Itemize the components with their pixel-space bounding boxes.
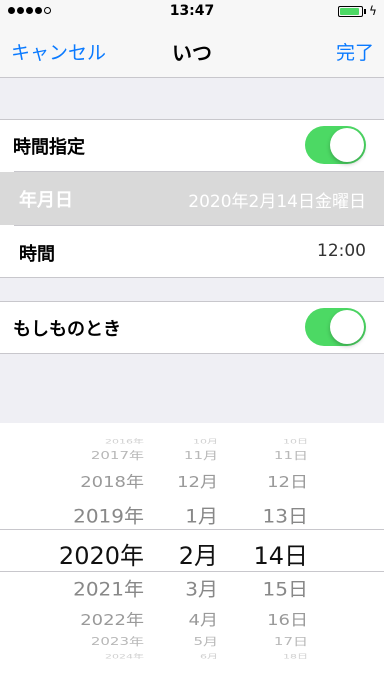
picker-day-option[interactable]: 14日 [253, 536, 308, 571]
navigation-bar: キャンセル いつ 完了 [0, 22, 384, 78]
date-label: 年月日 [19, 190, 73, 211]
emergency-row: もしものとき [0, 302, 384, 353]
picker-year-option[interactable]: 2021年 [73, 574, 144, 601]
cancel-button[interactable]: キャンセル [11, 38, 106, 65]
picker-month-option[interactable]: 11月 [184, 448, 218, 463]
picker-day-option[interactable]: 18日 [283, 652, 308, 661]
done-button[interactable]: 完了 [336, 38, 374, 65]
screen: 13:47 ϟ キャンセル いつ 完了 時間指定 年月日 2020年2月14日金… [0, 0, 384, 682]
picker-year-option[interactable]: 2016年 [105, 437, 144, 446]
picker-day-option[interactable]: 17日 [274, 634, 308, 649]
time-value: 12:00 [317, 241, 366, 261]
picker-year-column[interactable]: 2016年 2017年 2018年 2019年 2020年 2021年 2022年 2023年… [0, 423, 150, 682]
picker-month-option[interactable]: 2月 [179, 536, 218, 571]
picker-month-column[interactable]: 10月 11月 12月 1月 2月 3月 4月 5月 6月 [150, 423, 238, 682]
picker-year-option[interactable]: 2017年 [91, 448, 144, 463]
date-picker[interactable]: 2016年 2017年 2018年 2019年 2020年 2021年 2022年 2023年… [0, 423, 384, 682]
toggle-knob [330, 310, 364, 344]
picker-year-option[interactable]: 2024年 [105, 652, 144, 661]
date-row[interactable]: 年月日 2020年2月14日金曜日 [0, 172, 384, 225]
settings-group-emergency: もしものとき [0, 301, 384, 354]
picker-year-option[interactable]: 2023年 [91, 634, 144, 649]
picker-month-option[interactable]: 3月 [185, 574, 218, 601]
timed-row: 時間指定 [0, 120, 384, 171]
picker-day-option[interactable]: 16日 [267, 608, 308, 630]
timed-toggle[interactable] [305, 126, 366, 164]
picker-day-option[interactable]: 12日 [267, 470, 308, 492]
picker-day-option[interactable]: 15日 [263, 574, 308, 601]
time-label: 時間 [19, 244, 55, 265]
picker-day-column[interactable]: 10日 11日 12日 13日 14日 15日 16日 17日 18日 [238, 423, 338, 682]
battery-icon [338, 6, 363, 17]
emergency-label: もしものとき [13, 319, 121, 340]
time-row[interactable]: 時間 12:00 [0, 226, 384, 278]
picker-day-option[interactable]: 10日 [283, 437, 308, 446]
status-time: 13:47 [169, 3, 215, 19]
picker-year-option[interactable]: 2019年 [73, 501, 144, 528]
picker-month-option[interactable]: 5月 [193, 634, 218, 649]
charging-icon: ϟ [369, 4, 377, 18]
emergency-toggle[interactable] [305, 308, 366, 346]
picker-month-option[interactable]: 1月 [185, 501, 218, 528]
date-value: 2020年2月14日金曜日 [188, 192, 366, 212]
picker-month-option[interactable]: 12月 [177, 470, 218, 492]
timed-label: 時間指定 [13, 137, 85, 158]
picker-year-option[interactable]: 2022年 [80, 608, 144, 630]
battery-tip [364, 9, 366, 14]
toggle-knob [330, 128, 364, 162]
picker-day-option[interactable]: 11日 [274, 448, 308, 463]
settings-group-datetime: 時間指定 年月日 2020年2月14日金曜日 時間 12:00 [0, 119, 384, 278]
picker-month-option[interactable]: 4月 [189, 608, 218, 630]
picker-month-option[interactable]: 10月 [193, 437, 218, 446]
picker-month-option[interactable]: 6月 [200, 652, 218, 661]
picker-day-option[interactable]: 13日 [263, 501, 308, 528]
battery-fill [340, 8, 360, 15]
picker-year-option[interactable]: 2020年 [59, 536, 144, 571]
status-bar: 13:47 ϟ [0, 0, 384, 22]
picker-year-option[interactable]: 2018年 [80, 470, 144, 492]
